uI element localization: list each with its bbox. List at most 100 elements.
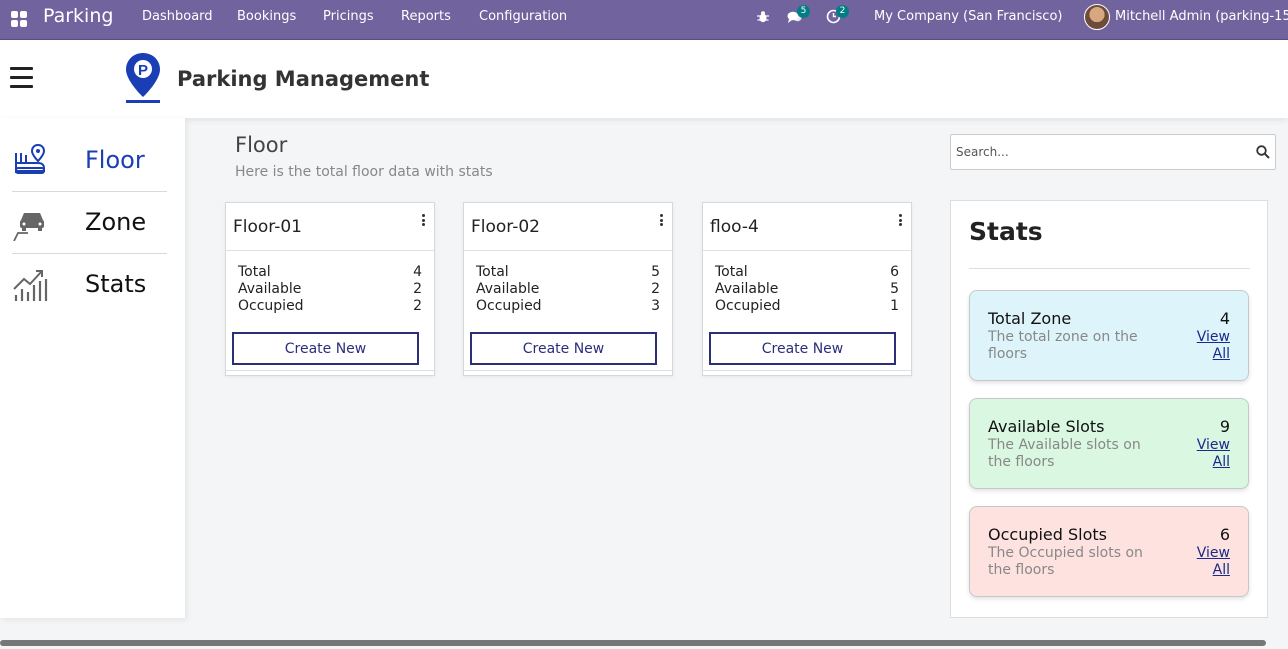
sidebar-item-floor-label: Floor [85, 146, 145, 174]
trending-chart-icon [12, 267, 48, 303]
menu-reports[interactable]: Reports [401, 9, 451, 24]
stat-value: 5 [890, 281, 899, 297]
view-all-link-line2[interactable]: All [1180, 454, 1230, 471]
create-new-button[interactable]: Create New [470, 332, 657, 365]
section-subtitle: Here is the total floor data with stats [235, 164, 493, 180]
app-header: P Parking Management [0, 40, 1288, 118]
stat-label: Available [238, 281, 302, 297]
card-divider [226, 250, 434, 251]
messages-badge: 5 [797, 5, 810, 18]
sidebar-item-floor[interactable]: Floor [12, 130, 167, 192]
create-new-button[interactable]: Create New [232, 332, 419, 365]
stat-row-available: Available 2 [476, 281, 660, 298]
stat-value: 2 [413, 281, 422, 297]
floor-card: Floor-02 Total 5 Available 2 Occupied 3 Cre… [463, 202, 673, 376]
app-title: Parking Management [177, 67, 430, 91]
view-all-link-line1[interactable]: View [1180, 329, 1230, 346]
view-all-link[interactable]: View All [1180, 545, 1230, 579]
stat-value: 2 [413, 298, 422, 314]
stat-card-title: Total Zone [988, 309, 1072, 328]
app-brand[interactable]: Parking [43, 5, 113, 27]
more-options-icon[interactable] [897, 213, 903, 227]
stat-card-value: 6 [1219, 525, 1230, 544]
sidebar: Floor Zone Stats [0, 118, 185, 618]
stat-label: Occupied [476, 298, 542, 314]
card-divider [703, 370, 911, 371]
car-icon [12, 205, 48, 242]
sidebar-item-stats[interactable]: Stats [12, 254, 167, 316]
stat-row-total: Total 5 [476, 264, 660, 281]
stat-card-title: Occupied Slots [988, 525, 1108, 544]
top-navbar: Parking Dashboard Bookings Pricings Repo… [0, 0, 1288, 40]
stat-row-total: Total 4 [238, 264, 422, 281]
hamburger-menu-icon[interactable] [10, 67, 33, 89]
stat-label: Total [238, 264, 271, 280]
stat-card-occupied-slots: Occupied Slots The Occupied slots on the… [969, 506, 1249, 597]
floor-name: floo-4 [710, 217, 759, 237]
more-options-icon[interactable] [420, 213, 426, 227]
menu-configuration[interactable]: Configuration [479, 9, 567, 24]
floor-icon [12, 143, 48, 179]
view-all-link-line1[interactable]: View [1180, 437, 1230, 454]
stat-label: Available [476, 281, 540, 297]
floor-name: Floor-01 [233, 217, 302, 237]
card-divider [464, 250, 672, 251]
stat-row-available: Available 5 [715, 281, 899, 298]
stat-card-available-slots: Available Slots The Available slots on t… [969, 398, 1249, 489]
activity-badge: 2 [836, 5, 849, 18]
stat-label: Occupied [238, 298, 304, 314]
stats-panel: Stats Total Zone The total zone on the f… [950, 200, 1268, 618]
stat-label: Total [715, 264, 748, 280]
stat-row-occupied: Occupied 3 [476, 298, 660, 315]
stat-card-description: The total zone on the floors [988, 329, 1138, 362]
stat-row-occupied: Occupied 2 [238, 298, 422, 315]
menu-bookings[interactable]: Bookings [237, 9, 296, 24]
stat-card-description: The Occupied slots on the floors [988, 545, 1143, 578]
menu-dashboard[interactable]: Dashboard [142, 9, 213, 24]
stat-card-value: 9 [1219, 417, 1230, 436]
stat-row-total: Total 6 [715, 264, 899, 281]
stat-value: 5 [651, 264, 660, 280]
search-input[interactable] [956, 136, 1246, 168]
stat-value: 2 [651, 281, 660, 297]
user-menu[interactable]: Mitchell Admin (parking-15) [1115, 9, 1288, 24]
card-divider [703, 250, 911, 251]
sidebar-item-zone[interactable]: Zone [12, 192, 167, 254]
view-all-link-line2[interactable]: All [1180, 562, 1230, 579]
svg-text:P: P [138, 62, 148, 79]
view-all-link-line1[interactable]: View [1180, 545, 1230, 562]
create-new-button[interactable]: Create New [709, 332, 896, 365]
view-all-link[interactable]: View All [1180, 437, 1230, 471]
activity-clock-icon[interactable]: 2 [826, 5, 849, 27]
floor-card: floo-4 Total 6 Available 5 Occupied 1 Creat… [702, 202, 912, 376]
messages-icon[interactable]: 5 [787, 5, 810, 27]
stat-label: Available [715, 281, 779, 297]
debug-bug-icon[interactable] [756, 9, 774, 27]
floor-card: Floor-01 Total 4 Available 2 Occupied 2 Cre… [225, 202, 435, 376]
horizontal-scrollbar[interactable] [0, 640, 1266, 646]
view-all-link-line2[interactable]: All [1180, 346, 1230, 363]
user-avatar[interactable] [1084, 4, 1110, 30]
parking-logo-icon: P [124, 52, 162, 104]
search-box[interactable] [950, 134, 1276, 170]
stat-card-value: 4 [1219, 309, 1230, 328]
company-switcher[interactable]: My Company (San Francisco) [874, 9, 1062, 24]
stat-row-available: Available 2 [238, 281, 422, 298]
stat-label: Total [476, 264, 509, 280]
stat-card-description: The Available slots on the floors [988, 437, 1141, 470]
more-options-icon[interactable] [658, 213, 664, 227]
card-divider [464, 370, 672, 371]
stats-divider [969, 268, 1250, 269]
stat-value: 4 [413, 264, 422, 280]
stat-label: Occupied [715, 298, 781, 314]
menu-pricings[interactable]: Pricings [323, 9, 374, 24]
app-menu-icon[interactable] [11, 11, 27, 27]
card-divider [226, 370, 434, 371]
stat-card-title: Available Slots [988, 417, 1105, 436]
stat-value: 3 [651, 298, 660, 314]
floor-name: Floor-02 [471, 217, 540, 237]
stat-value: 1 [890, 298, 899, 314]
search-icon[interactable] [1256, 144, 1270, 159]
stats-title: Stats [969, 217, 1043, 246]
view-all-link[interactable]: View All [1180, 329, 1230, 363]
